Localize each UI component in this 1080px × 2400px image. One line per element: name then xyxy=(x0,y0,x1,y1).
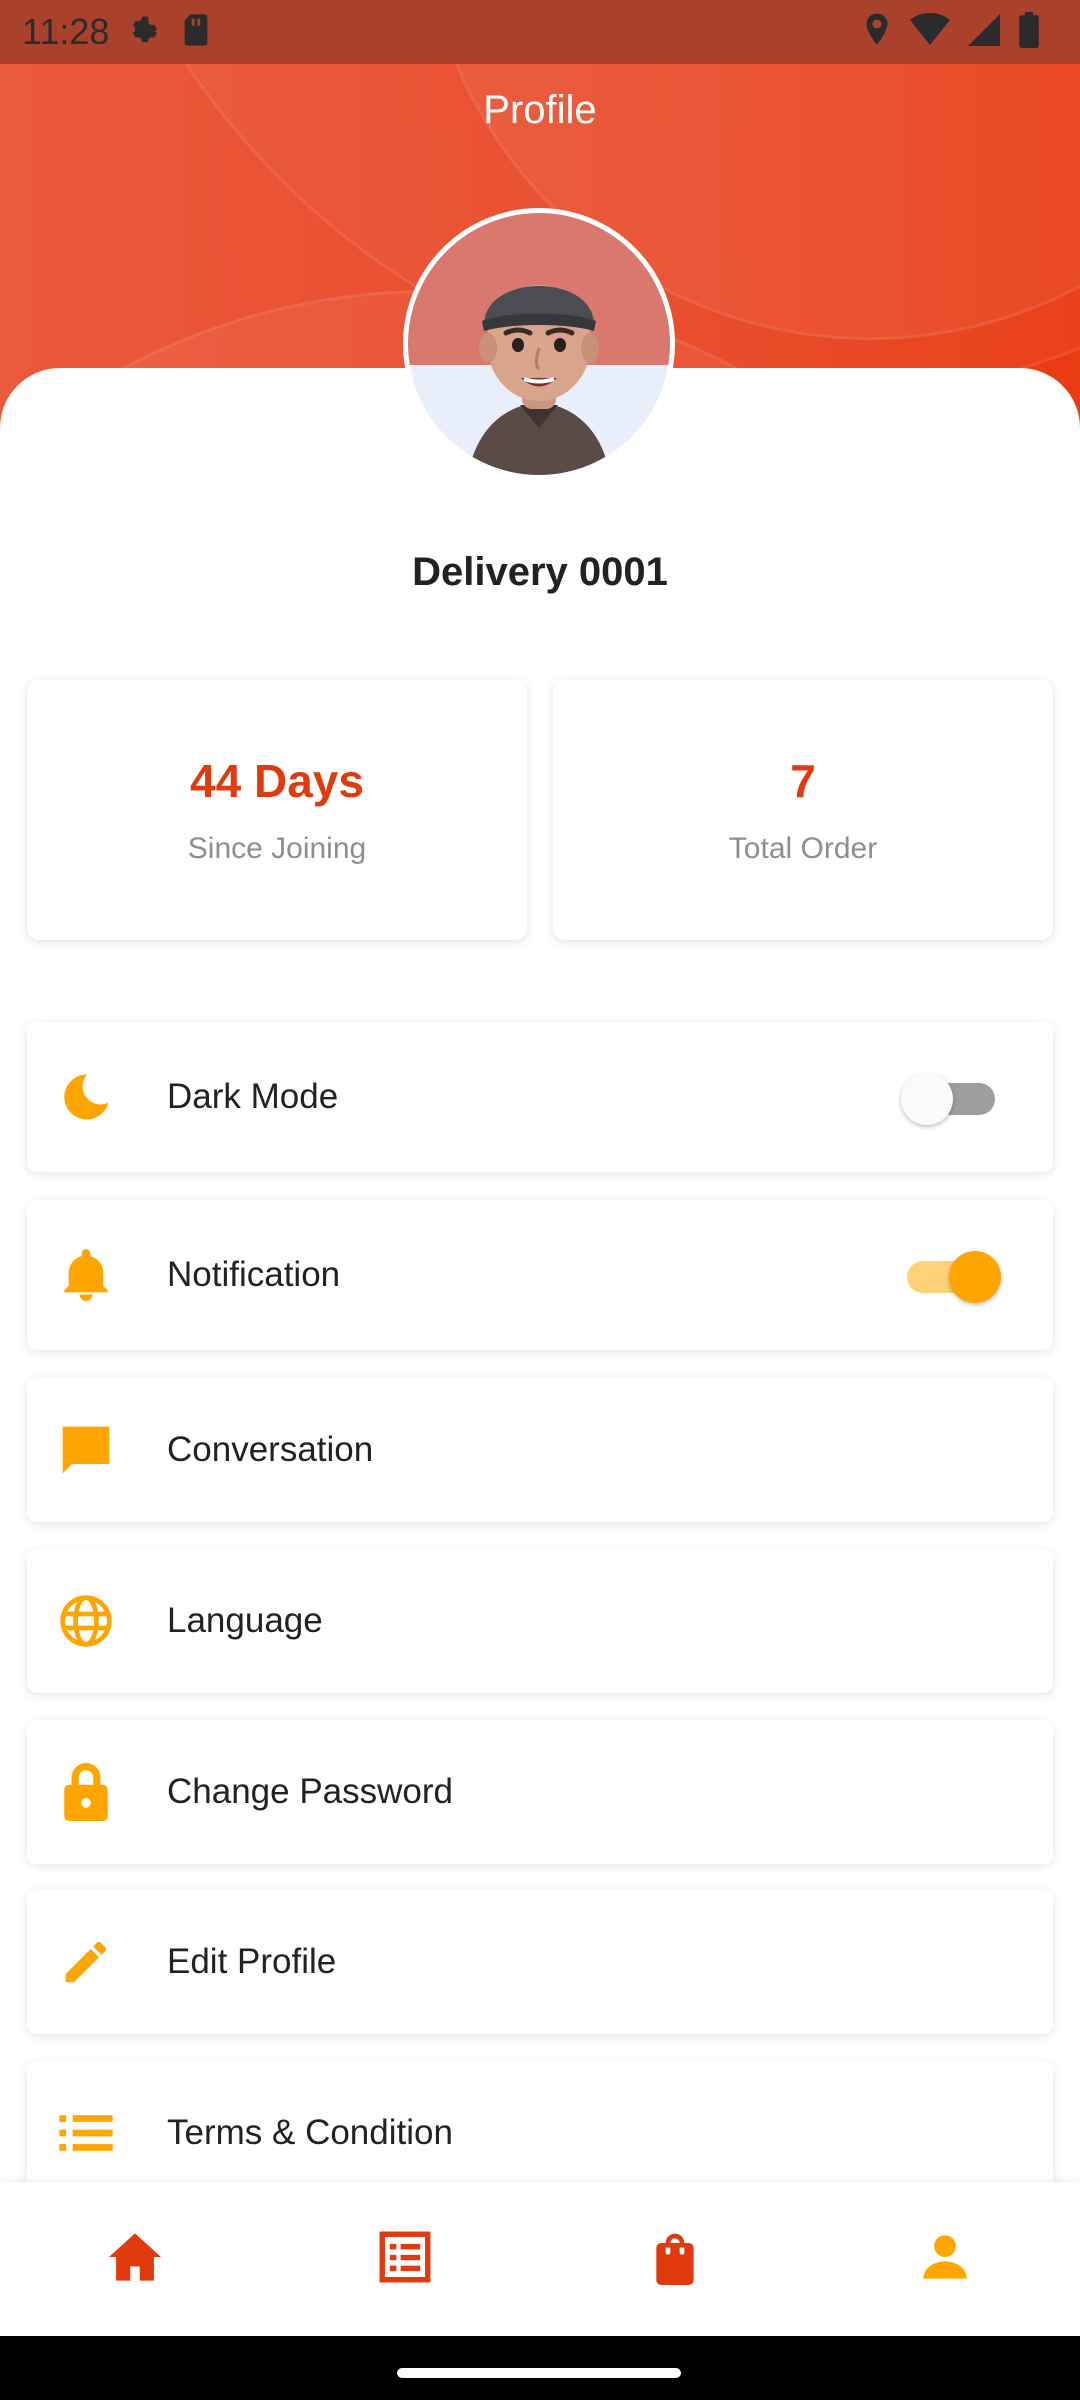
menu-item-label: Change Password xyxy=(167,1772,453,1811)
avatar-illustration xyxy=(468,285,610,475)
menu-item-label: Notification xyxy=(167,1255,341,1294)
menu-item-label: Language xyxy=(167,1601,323,1640)
stat-card-days: 44 Days Since Joining xyxy=(27,680,527,940)
chat-icon xyxy=(57,1421,115,1479)
stat-label: Since Joining xyxy=(187,832,367,865)
toggle-thumb xyxy=(901,1073,953,1125)
lock-icon xyxy=(57,1763,115,1821)
nav-shopping[interactable] xyxy=(615,2199,735,2319)
menu-item-change-password[interactable]: Change Password xyxy=(27,1720,1053,1864)
menu-item-edit-profile[interactable]: Edit Profile xyxy=(27,1890,1053,2034)
stat-card-orders: 7 Total Order xyxy=(553,680,1053,940)
avatar[interactable] xyxy=(403,208,675,480)
moon-icon xyxy=(57,1068,115,1126)
location-icon xyxy=(862,12,892,53)
shopping-bag-icon xyxy=(650,2229,700,2290)
nav-orders[interactable] xyxy=(345,2199,465,2319)
sd-card-icon xyxy=(181,13,211,52)
list-icon xyxy=(57,2104,115,2162)
menu-item-conversation[interactable]: Conversation xyxy=(27,1378,1053,1522)
stat-label: Total Order xyxy=(728,832,878,865)
menu-item-label: Terms & Condition xyxy=(167,2113,453,2152)
wifi-icon xyxy=(910,12,950,52)
menu-item-label: Conversation xyxy=(167,1430,374,1469)
nav-home[interactable] xyxy=(75,2199,195,2319)
menu-item-notification[interactable]: Notification xyxy=(27,1200,1053,1350)
menu-item-label: Dark Mode xyxy=(167,1077,339,1116)
system-gesture-bar xyxy=(0,2336,1080,2400)
settings-icon xyxy=(127,12,163,53)
pencil-icon xyxy=(57,1933,115,1991)
toggle-thumb xyxy=(949,1251,1001,1303)
profile-name: Delivery 0001 xyxy=(412,550,668,594)
orders-list-icon xyxy=(379,2231,431,2288)
notification-toggle[interactable] xyxy=(901,1245,1001,1305)
menu-item-label: Edit Profile xyxy=(167,1942,337,1981)
dark-mode-toggle[interactable] xyxy=(901,1067,1001,1127)
status-time: 11:28 xyxy=(22,11,110,52)
nav-profile[interactable] xyxy=(885,2199,1005,2319)
stat-value: 7 xyxy=(790,755,816,807)
menu-item-dark-mode[interactable]: Dark Mode xyxy=(27,1022,1053,1172)
status-bar: 11:28 xyxy=(0,0,1080,64)
page-title: Profile xyxy=(483,88,597,132)
signal-icon xyxy=(968,13,1000,52)
bottom-navigation xyxy=(0,2182,1080,2336)
stat-value: 44 Days xyxy=(190,755,364,807)
gesture-handle[interactable] xyxy=(397,2368,681,2378)
home-icon xyxy=(106,2231,164,2288)
globe-icon xyxy=(57,1592,115,1650)
profile-icon xyxy=(919,2231,971,2288)
bell-icon xyxy=(57,1246,115,1304)
battery-icon xyxy=(1018,11,1040,53)
menu-item-language[interactable]: Language xyxy=(27,1549,1053,1693)
